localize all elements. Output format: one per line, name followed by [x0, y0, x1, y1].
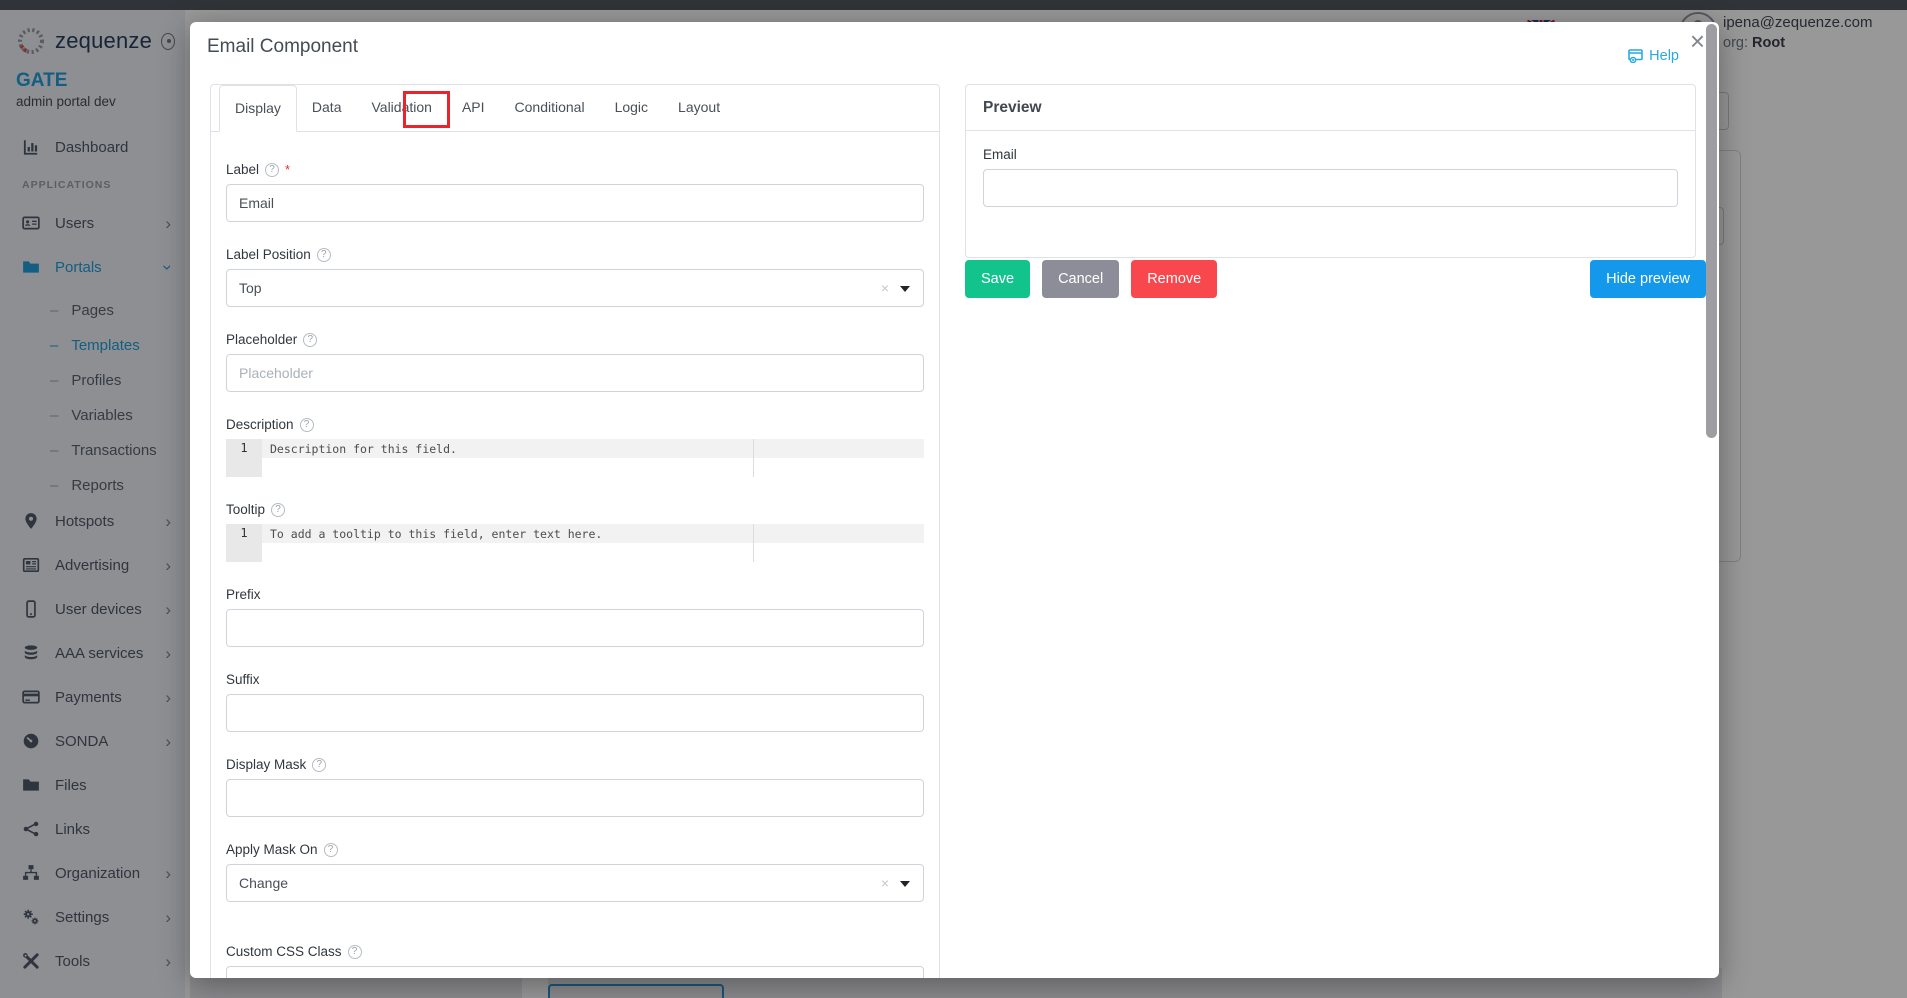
custom-css-class-field-group: Custom CSS Class ?: [226, 944, 924, 978]
preview-body: Email: [966, 131, 1695, 223]
tab-logic[interactable]: Logic: [600, 85, 663, 131]
tab-api[interactable]: API: [447, 85, 500, 131]
label-text: Custom CSS Class: [226, 944, 342, 959]
label-field-group: Label ? *: [226, 162, 924, 222]
display-tab-content: Label ? * Label Position ? Top ×: [211, 132, 939, 978]
clear-selection-icon[interactable]: ×: [881, 875, 889, 891]
modal-title: Email Component: [207, 36, 358, 58]
placeholder-field-group: Placeholder ?: [226, 332, 924, 392]
suffix-input[interactable]: [226, 694, 924, 732]
tab-bar: Display Data Validation API Conditional …: [211, 85, 939, 132]
help-circle-icon[interactable]: ?: [348, 945, 362, 959]
help-circle-icon[interactable]: ?: [265, 163, 279, 177]
field-label: Label ? *: [226, 162, 924, 177]
save-button[interactable]: Save: [965, 260, 1030, 298]
field-label: Description ?: [226, 417, 924, 432]
help-label: Help: [1649, 48, 1679, 64]
label-text: Apply Mask On: [226, 842, 318, 857]
prefix-field-group: Prefix: [226, 587, 924, 647]
email-component-modal: Email Component × Help Display Data Vali…: [190, 22, 1719, 978]
help-circle-icon[interactable]: ?: [317, 248, 331, 262]
label-text: Label Position: [226, 247, 311, 262]
custom-css-class-input[interactable]: [226, 966, 924, 978]
preview-email-input[interactable]: [983, 169, 1678, 207]
label-text: Placeholder: [226, 332, 297, 347]
editor-print-margin: [753, 439, 754, 477]
label-text: Tooltip: [226, 502, 265, 517]
field-label: Custom CSS Class ?: [226, 944, 924, 959]
editor-gutter: 1: [226, 524, 262, 562]
remove-button[interactable]: Remove: [1131, 260, 1217, 298]
preview-title: Preview: [966, 85, 1695, 131]
field-label: Label Position ?: [226, 247, 924, 262]
help-link[interactable]: Help: [1628, 48, 1679, 64]
tab-data[interactable]: Data: [297, 85, 357, 131]
tooltip-field-group: Tooltip ? 1 To add a tooltip to this fie…: [226, 502, 924, 562]
editor-gutter: 1: [226, 439, 262, 477]
label-text: Prefix: [226, 587, 261, 602]
app-root: zequenze GATE admin portal dev Dashboard…: [0, 0, 1907, 998]
label-position-field-group: Label Position ? Top ×: [226, 247, 924, 307]
apply-mask-on-field-group: Apply Mask On ? Change ×: [226, 842, 924, 902]
editor-code-text: To add a tooltip to this field, enter te…: [270, 527, 602, 541]
help-circle-icon[interactable]: ?: [324, 843, 338, 857]
dropdown-caret-icon: [900, 286, 910, 292]
description-code-editor[interactable]: 1 Description for this field.: [226, 439, 924, 477]
help-circle-icon[interactable]: ?: [300, 418, 314, 432]
label-text: Display Mask: [226, 757, 306, 772]
tab-validation[interactable]: Validation: [356, 85, 446, 131]
help-circle-icon[interactable]: ?: [271, 503, 285, 517]
component-settings-card: Display Data Validation API Conditional …: [210, 84, 940, 978]
editor-print-margin: [753, 524, 754, 562]
field-label: Tooltip ?: [226, 502, 924, 517]
placeholder-input[interactable]: [226, 354, 924, 392]
field-label: Placeholder ?: [226, 332, 924, 347]
selected-value: Top: [239, 280, 262, 296]
label-text: Label: [226, 162, 259, 177]
description-field-group: Description ? 1 Description for this fie…: [226, 417, 924, 477]
hide-preview-button[interactable]: Hide preview: [1590, 260, 1706, 298]
suffix-field-group: Suffix: [226, 672, 924, 732]
display-mask-field-group: Display Mask ?: [226, 757, 924, 817]
modal-actions: Save Cancel Remove: [965, 260, 1217, 298]
clear-selection-icon[interactable]: ×: [881, 280, 889, 296]
help-card-icon: [1628, 49, 1644, 63]
help-circle-icon[interactable]: ?: [312, 758, 326, 772]
selected-value: Change: [239, 875, 288, 891]
required-asterisk: *: [285, 162, 290, 177]
tab-layout[interactable]: Layout: [663, 85, 735, 131]
prefix-input[interactable]: [226, 609, 924, 647]
close-icon[interactable]: ×: [1690, 28, 1705, 54]
help-circle-icon[interactable]: ?: [303, 333, 317, 347]
dropdown-caret-icon: [900, 881, 910, 887]
tab-conditional[interactable]: Conditional: [500, 85, 600, 131]
cancel-button[interactable]: Cancel: [1042, 260, 1119, 298]
field-label: Display Mask ?: [226, 757, 924, 772]
label-position-select[interactable]: Top ×: [226, 269, 924, 307]
field-label: Suffix: [226, 672, 924, 687]
label-text: Email: [983, 147, 1017, 162]
label-text: Description: [226, 417, 294, 432]
editor-code-text: Description for this field.: [270, 442, 457, 456]
tooltip-code-editor[interactable]: 1 To add a tooltip to this field, enter …: [226, 524, 924, 562]
apply-mask-on-select[interactable]: Change ×: [226, 864, 924, 902]
field-label: Apply Mask On ?: [226, 842, 924, 857]
label-input[interactable]: [226, 184, 924, 222]
preview-card: Preview Email: [965, 84, 1696, 258]
preview-field-label: Email: [983, 147, 1678, 162]
label-text: Suffix: [226, 672, 260, 687]
modal-scrollbar-thumb[interactable]: [1706, 24, 1717, 438]
field-label: Prefix: [226, 587, 924, 602]
display-mask-input[interactable]: [226, 779, 924, 817]
tab-display[interactable]: Display: [219, 85, 297, 132]
